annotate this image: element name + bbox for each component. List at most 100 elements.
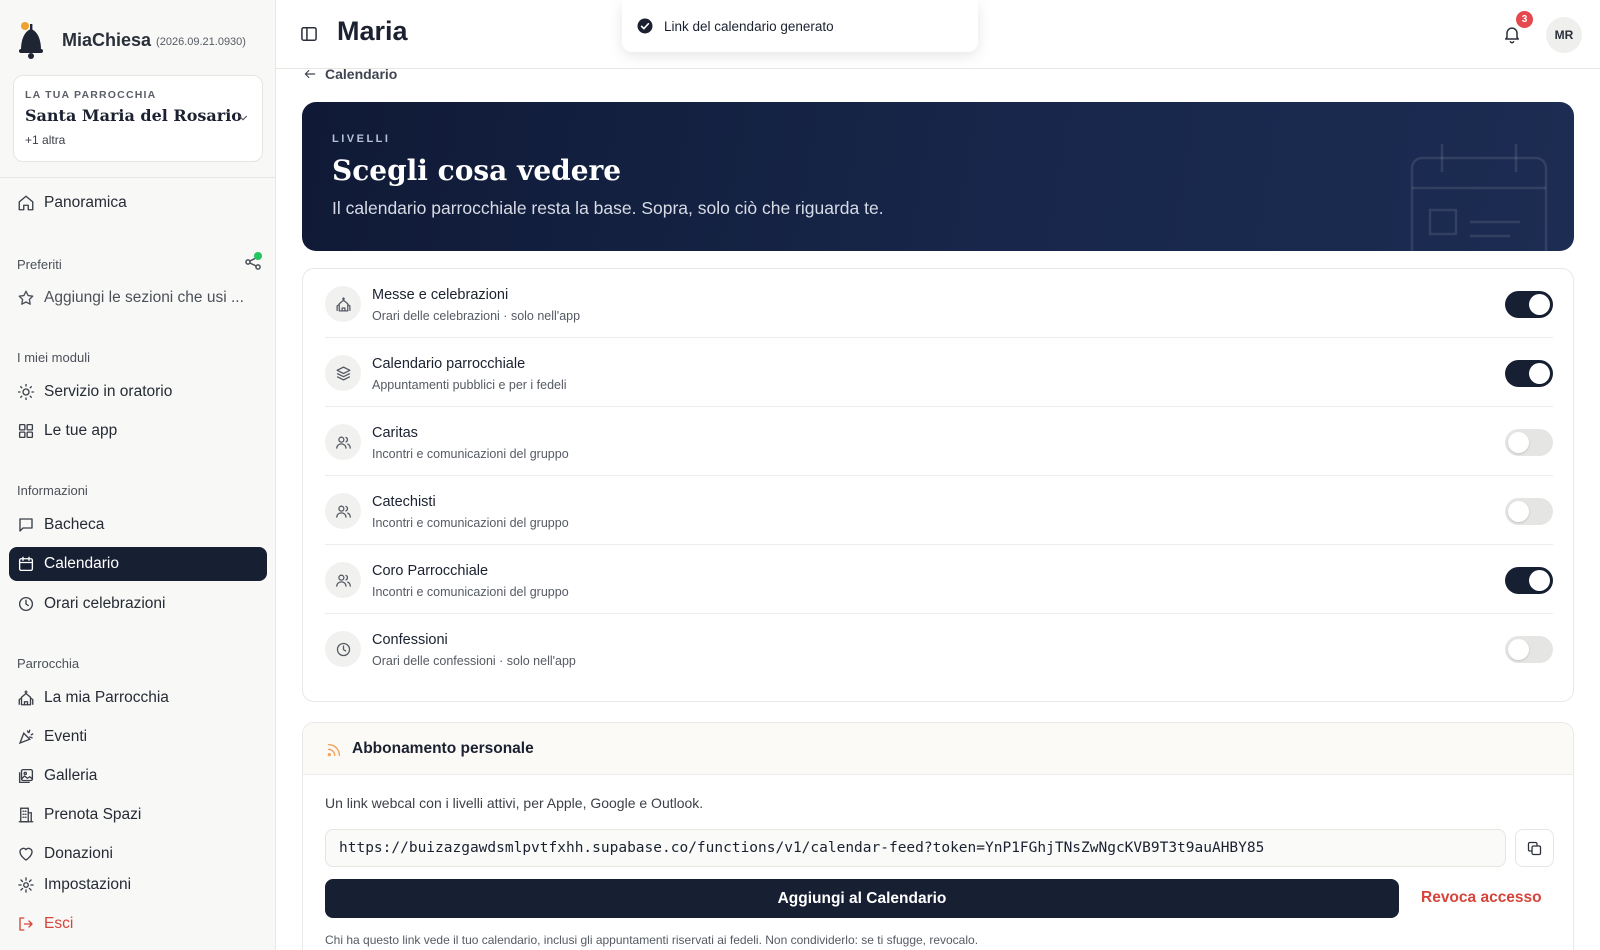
sidebar-item-la-mia-parrocchia[interactable]: La mia Parrocchia bbox=[9, 681, 267, 715]
layer-row: Calendario parrocchiale Appuntamenti pub… bbox=[325, 338, 1553, 407]
layer-toggle[interactable] bbox=[1505, 498, 1553, 525]
layer-icon-badge bbox=[325, 355, 361, 391]
layer-toggle[interactable] bbox=[1505, 291, 1553, 318]
sun-icon bbox=[17, 383, 35, 401]
home-icon bbox=[18, 195, 34, 211]
toast-message: Link del calendario generato bbox=[664, 18, 834, 34]
sidebar-divider bbox=[0, 177, 276, 178]
toast-notification: Link del calendario generato bbox=[622, 0, 978, 52]
layer-title: Coro Parrocchiale bbox=[372, 563, 489, 579]
users-icon bbox=[335, 436, 351, 449]
layer-toggle[interactable] bbox=[1505, 429, 1553, 456]
sidebar-item-orari-celebrazioni[interactable]: Orari celebrazioni bbox=[9, 587, 267, 621]
hero-title: Scegli cosa vedere bbox=[332, 154, 622, 187]
check-circle-icon bbox=[637, 18, 653, 34]
sidebar-item-calendario[interactable]: Calendario bbox=[9, 547, 267, 581]
subscription-header: Abbonamento personale bbox=[303, 723, 1573, 775]
toggle-knob bbox=[1529, 294, 1550, 315]
online-status-dot bbox=[254, 252, 262, 260]
toggle-knob bbox=[1508, 432, 1529, 453]
layer-icon-badge bbox=[325, 493, 361, 529]
layer-toggle[interactable] bbox=[1505, 360, 1553, 387]
layer-title: Messe e celebrazioni bbox=[372, 287, 509, 303]
sidebar-item-bacheca[interactable]: Bacheca bbox=[9, 508, 267, 542]
clock-icon bbox=[18, 596, 34, 612]
gear-icon bbox=[18, 877, 34, 893]
app-name: MiaChiesa bbox=[62, 29, 152, 50]
toggle-knob bbox=[1508, 501, 1529, 522]
back-link[interactable]: Calendario bbox=[303, 66, 397, 82]
layer-subtitle: Orari delle celebrazioni · solo nell'app bbox=[372, 309, 581, 323]
sidebar-item-donazioni[interactable]: Donazioni bbox=[9, 837, 267, 871]
sidebar-item-label: Donazioni bbox=[44, 845, 113, 862]
notifications-bell-icon[interactable] bbox=[1502, 24, 1522, 44]
brand[interactable]: MiaChiesa (2026.09.21.0930) bbox=[16, 20, 246, 60]
calendar-decoration-icon bbox=[1410, 144, 1548, 251]
sidebar-item-galleria[interactable]: Galleria bbox=[9, 759, 267, 793]
users-icon bbox=[335, 574, 351, 587]
sidebar-item-label: Servizio in oratorio bbox=[44, 383, 173, 400]
sidebar: MiaChiesa (2026.09.21.0930) LA TUA PARRO… bbox=[0, 0, 276, 950]
sidebar-item-label: Orari celebrazioni bbox=[44, 595, 166, 612]
layer-title: Confessioni bbox=[372, 632, 448, 648]
rss-icon bbox=[327, 743, 341, 757]
layer-subtitle: Orari delle confessioni · solo nell'app bbox=[372, 654, 576, 668]
layer-row: Caritas Incontri e comunicazioni del gru… bbox=[325, 407, 1553, 476]
layer-title: Caritas bbox=[372, 425, 418, 441]
gallery-icon bbox=[18, 768, 34, 784]
toggle-knob bbox=[1508, 639, 1529, 660]
layer-title: Calendario parrocchiale bbox=[372, 356, 526, 372]
user-avatar[interactable]: MR bbox=[1546, 17, 1582, 53]
sidebar-item-add-favorites[interactable]: Aggiungi le sezioni che usi ... bbox=[9, 281, 267, 315]
toggle-knob bbox=[1529, 363, 1550, 384]
chevron-down-icon bbox=[238, 115, 248, 121]
subscription-title: Abbonamento personale bbox=[352, 740, 534, 757]
parish-switcher-label: LA TUA PARROCCHIA bbox=[25, 89, 157, 101]
sidebar-item-label: Bacheca bbox=[44, 516, 105, 533]
hero-kicker: LIVELLI bbox=[332, 133, 391, 145]
calendar-feed-url-field[interactable]: https://buizazgawdsmlpvtfxhh.supabase.co… bbox=[325, 829, 1506, 867]
favorites-section-label: Preferiti bbox=[17, 257, 62, 272]
sidebar-item-servizio-oratorio[interactable]: Servizio in oratorio bbox=[9, 375, 267, 409]
sidebar-item-eventi[interactable]: Eventi bbox=[9, 720, 267, 754]
star-icon bbox=[18, 290, 34, 305]
layer-icon-badge bbox=[325, 424, 361, 460]
parish-switcher[interactable]: LA TUA PARROCCHIA Santa Maria del Rosari… bbox=[13, 75, 263, 162]
sidebar-item-le-tue-app[interactable]: Le tue app bbox=[9, 414, 267, 448]
layer-row: Catechisti Incontri e comunicazioni del … bbox=[325, 476, 1553, 545]
sidebar-item-prenota-spazi[interactable]: Prenota Spazi bbox=[9, 798, 267, 832]
sidebar-item-label: Galleria bbox=[44, 767, 98, 784]
sidebar-toggle-icon[interactable] bbox=[299, 24, 319, 44]
add-to-calendar-button[interactable]: Aggiungi al Calendario bbox=[325, 879, 1399, 918]
layer-row: Coro Parrocchiale Incontri e comunicazio… bbox=[325, 545, 1553, 614]
layer-row: Confessioni Orari delle confessioni · so… bbox=[325, 614, 1553, 683]
church-icon bbox=[18, 690, 34, 706]
sidebar-item-impostazioni[interactable]: Impostazioni bbox=[9, 868, 267, 902]
layer-subtitle: Appuntamenti pubblici e per i fedeli bbox=[372, 378, 567, 392]
revoke-access-button[interactable]: Revoca accesso bbox=[1421, 889, 1542, 907]
sidebar-item-label: La mia Parrocchia bbox=[44, 689, 169, 706]
sidebar-item-panoramica[interactable]: Panoramica bbox=[9, 186, 267, 220]
arrow-left-icon bbox=[304, 69, 316, 79]
copy-button[interactable] bbox=[1515, 829, 1554, 867]
calendar-icon bbox=[18, 556, 34, 572]
copy-icon bbox=[1527, 841, 1542, 855]
party-icon bbox=[18, 729, 34, 745]
sidebar-item-label: Panoramica bbox=[44, 194, 127, 211]
building-icon bbox=[18, 807, 34, 823]
page-title: Maria bbox=[337, 16, 408, 46]
notifications-badge: 3 bbox=[1516, 11, 1533, 28]
toggle-knob bbox=[1529, 570, 1550, 591]
layer-toggle[interactable] bbox=[1505, 636, 1553, 663]
layer-subtitle: Incontri e comunicazioni del gruppo bbox=[372, 585, 569, 599]
sidebar-item-label: Le tue app bbox=[44, 422, 118, 439]
layers-card: Messe e celebrazioni Orari delle celebra… bbox=[302, 268, 1574, 702]
modules-section-label: I miei moduli bbox=[17, 350, 90, 365]
sidebar-item-esci[interactable]: Esci bbox=[9, 907, 267, 941]
layer-toggle[interactable] bbox=[1505, 567, 1553, 594]
layer-subtitle: Incontri e comunicazioni del gruppo bbox=[372, 447, 569, 461]
message-icon bbox=[19, 518, 33, 532]
grid-icon bbox=[18, 423, 34, 439]
layer-title: Catechisti bbox=[372, 494, 436, 510]
layer-icon-badge bbox=[325, 286, 361, 322]
